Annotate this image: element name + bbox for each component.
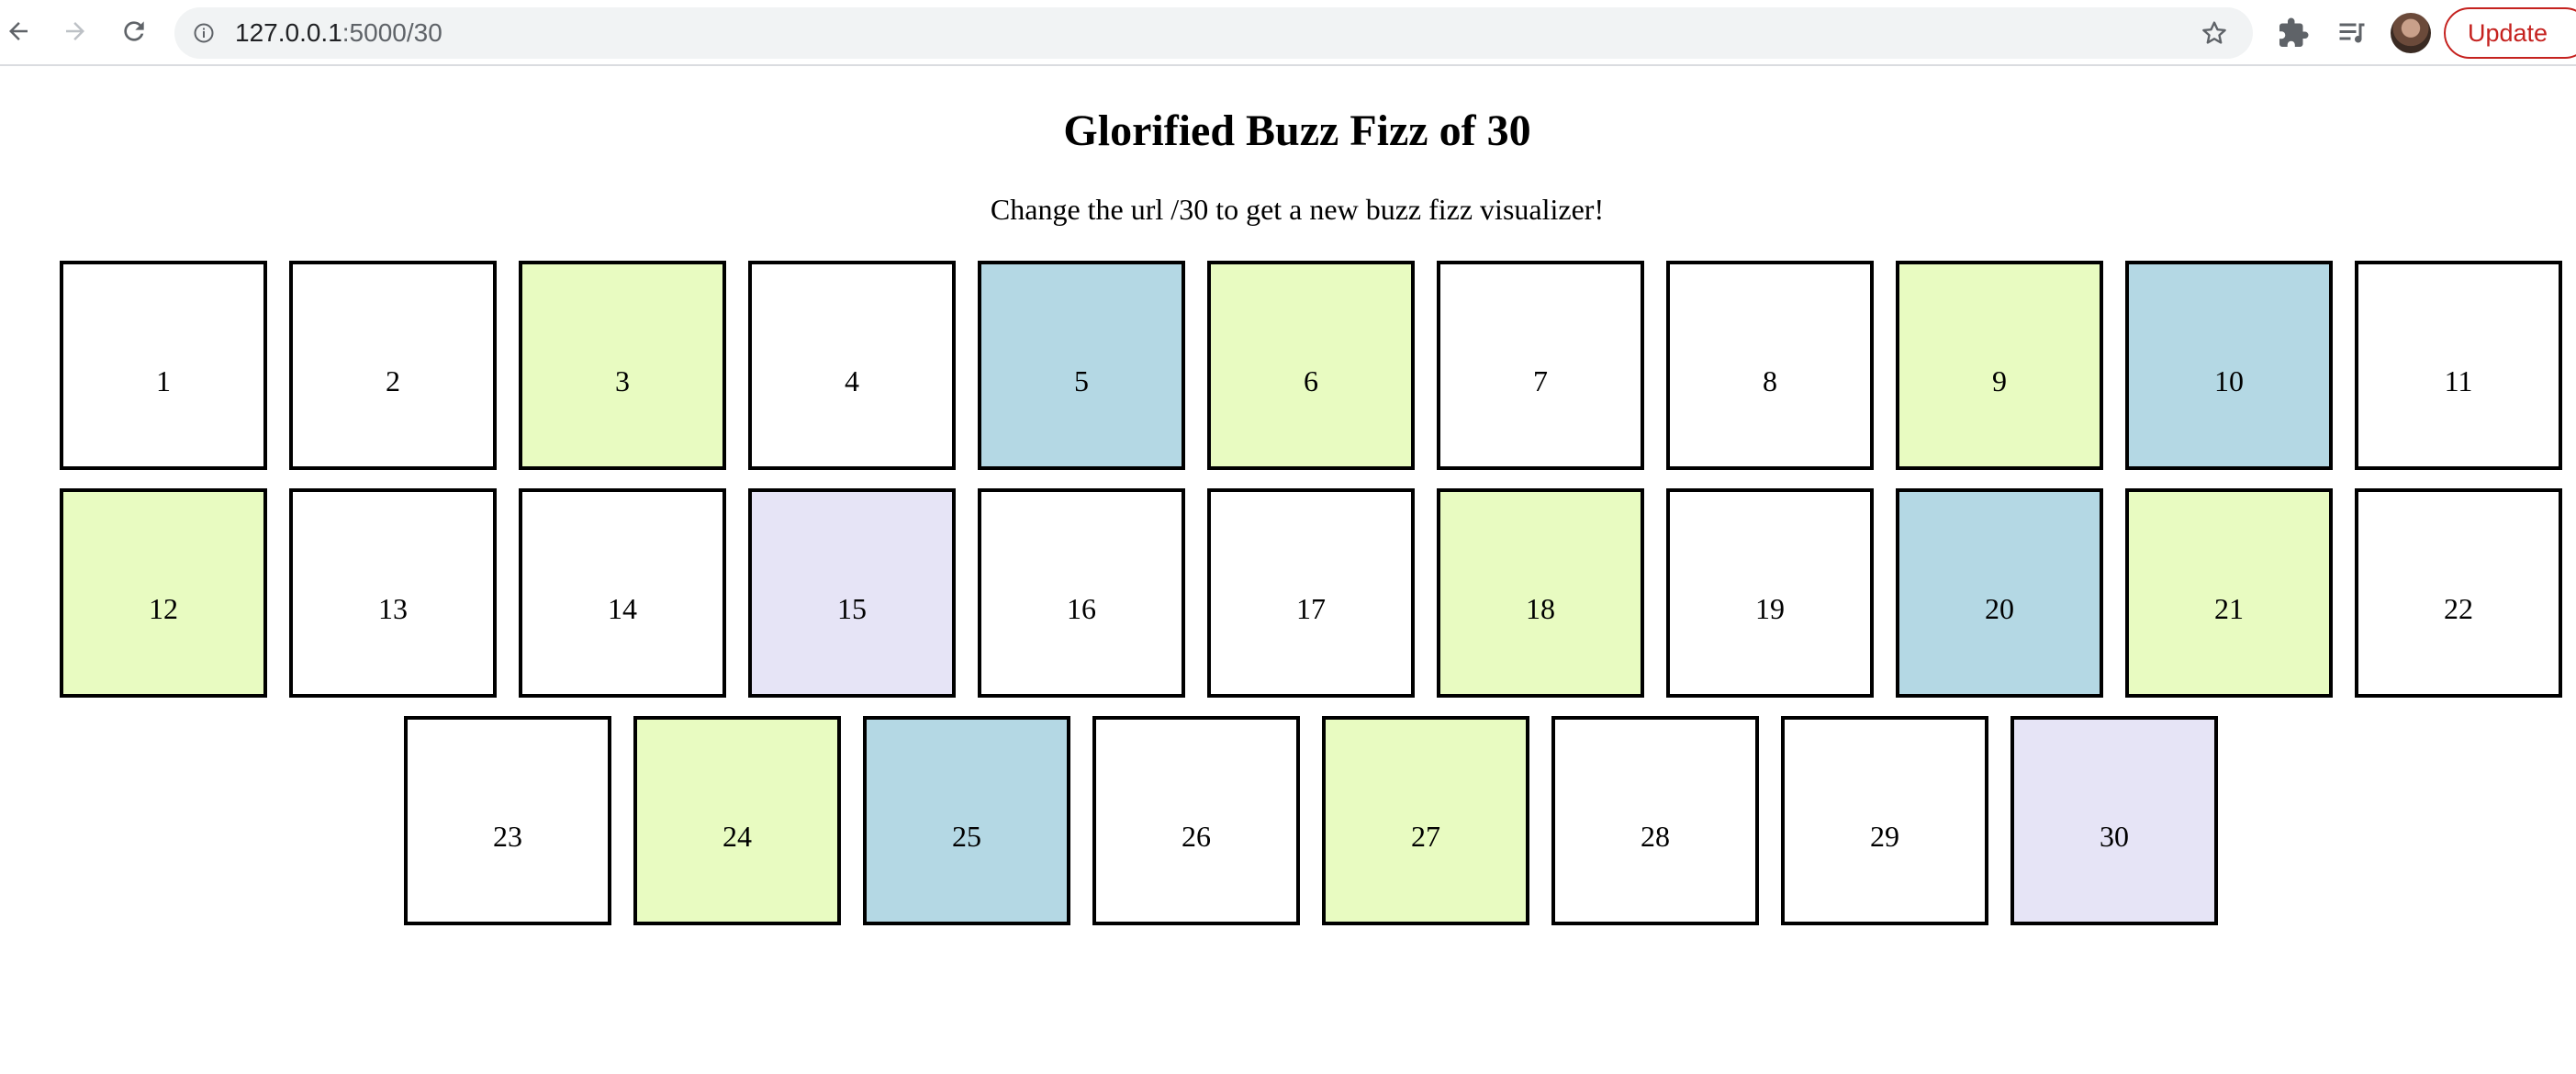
number-cell-19: 19	[1666, 488, 1874, 698]
url-host: 127.0.0.1	[235, 18, 342, 47]
number-cell-3: 3	[519, 261, 726, 470]
number-cell-22: 22	[2355, 488, 2562, 698]
number-cell-9: 9	[1896, 261, 2103, 470]
number-cell-4: 4	[748, 261, 956, 470]
arrow-left-icon	[9, 22, 28, 40]
number-cell-7: 7	[1437, 261, 1644, 470]
number-cell-18: 18	[1437, 488, 1644, 698]
url-path: :5000/30	[342, 18, 442, 47]
number-cell-20: 20	[1896, 488, 2103, 698]
number-cell-26: 26	[1092, 716, 1300, 925]
number-cell-11: 11	[2355, 261, 2562, 470]
address-bar[interactable]: 127.0.0.1:5000/30	[174, 7, 2253, 59]
number-cell-12: 12	[60, 488, 267, 698]
media-queue-icon[interactable]	[2335, 17, 2369, 50]
page-subtitle: Change the url /30 to get a new buzz fiz…	[990, 193, 1605, 226]
back-button[interactable]	[0, 13, 37, 50]
arrow-right-icon	[66, 22, 84, 40]
number-cell-23: 23	[404, 716, 611, 925]
profile-avatar[interactable]	[2391, 13, 2431, 53]
number-cell-5: 5	[978, 261, 1185, 470]
fizzbuzz-grid: 1 2 3 4 5 6 7 8 9 10 11 12 13 14 15 16 17 18 19 20 21 22 23 24 2…	[46, 261, 2567, 925]
number-cell-2: 2	[289, 261, 497, 470]
number-cell-15: 15	[748, 488, 956, 698]
reload-button[interactable]	[116, 13, 152, 50]
url-text[interactable]: 127.0.0.1:5000/30	[235, 7, 442, 59]
browser-toolbar: 127.0.0.1:5000/30 Update	[0, 0, 2576, 66]
number-cell-1: 1	[60, 261, 267, 470]
number-cell-6: 6	[1207, 261, 1415, 470]
page-title: Glorified Buzz Fizz of 30	[1063, 106, 1531, 155]
forward-button[interactable]	[57, 13, 94, 50]
number-cell-25: 25	[863, 716, 1070, 925]
number-cell-30: 30	[2010, 716, 2218, 925]
puzzle-icon[interactable]	[2277, 17, 2310, 50]
number-cell-21: 21	[2125, 488, 2333, 698]
number-cell-28: 28	[1551, 716, 1759, 925]
number-cell-10: 10	[2125, 261, 2333, 470]
update-button[interactable]: Update	[2444, 7, 2576, 59]
number-cell-24: 24	[633, 716, 841, 925]
star-icon[interactable]	[2200, 18, 2229, 48]
number-cell-17: 17	[1207, 488, 1415, 698]
number-cell-8: 8	[1666, 261, 1874, 470]
number-cell-16: 16	[978, 488, 1185, 698]
number-cell-27: 27	[1322, 716, 1529, 925]
number-cell-14: 14	[519, 488, 726, 698]
number-cell-29: 29	[1781, 716, 1988, 925]
number-cell-13: 13	[289, 488, 497, 698]
info-icon[interactable]	[193, 22, 215, 44]
reload-icon	[124, 21, 144, 41]
